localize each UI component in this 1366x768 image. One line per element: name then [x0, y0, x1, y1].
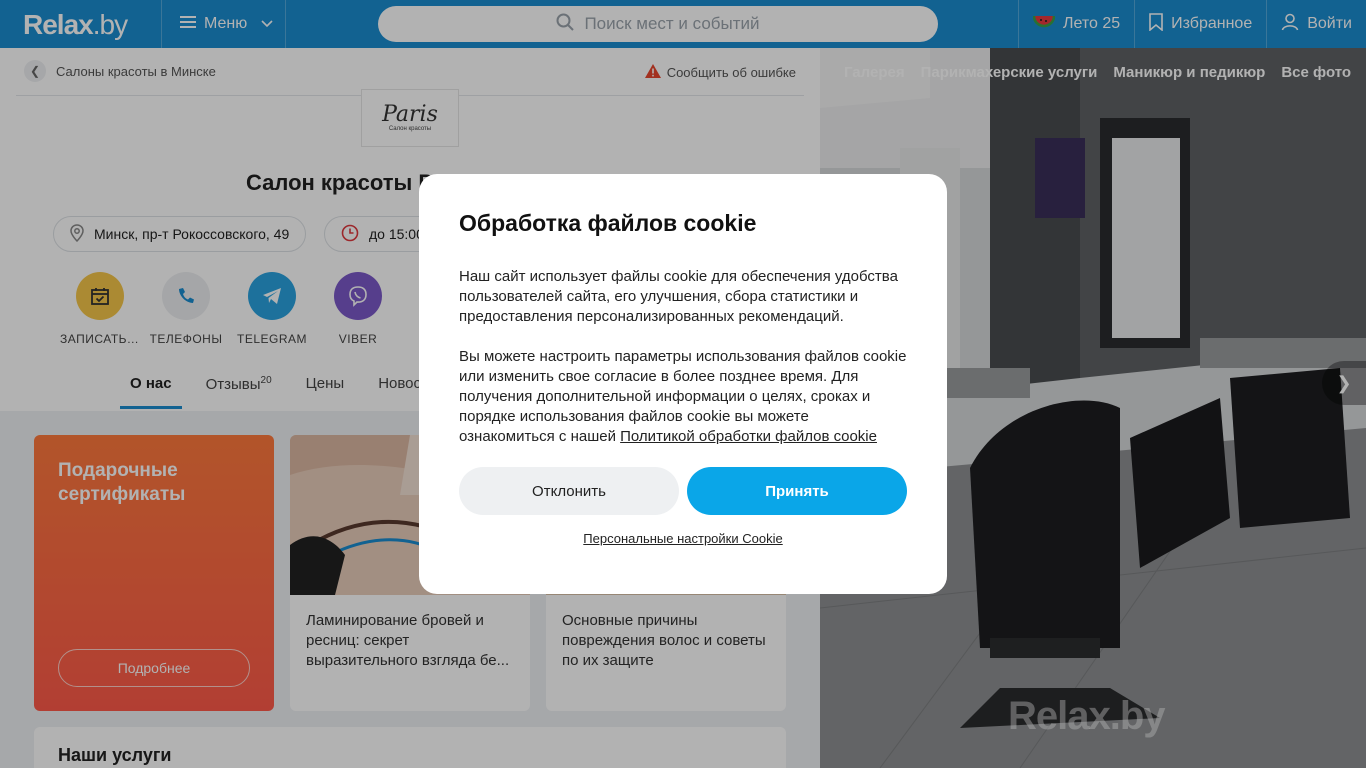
- cookie-policy-link[interactable]: Политикой обработки файлов cookie: [620, 428, 877, 445]
- cookie-text-1: Наш сайт использует файлы cookie для обе…: [459, 268, 898, 325]
- cookie-dialog: Обработка файлов cookie Наш сайт использ…: [419, 174, 947, 594]
- cookie-title: Обработка файлов cookie: [459, 210, 757, 236]
- cookie-text-2: Вы можете настроить параметры использова…: [459, 347, 907, 447]
- accept-button[interactable]: Принять: [687, 467, 907, 515]
- cookie-settings-link[interactable]: Персональные настройки Cookie: [459, 531, 907, 546]
- decline-button[interactable]: Отклонить: [459, 467, 679, 515]
